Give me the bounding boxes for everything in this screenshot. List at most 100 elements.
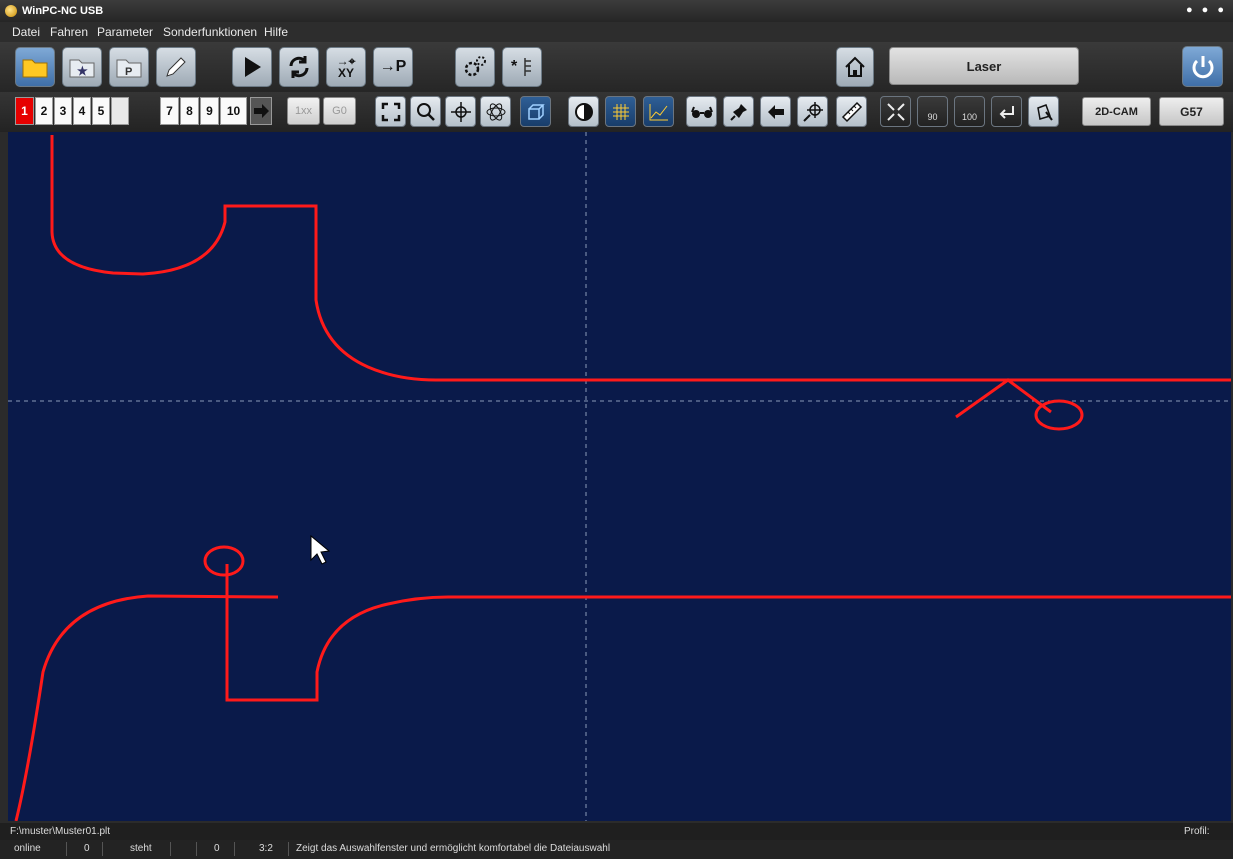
glasses-icon (690, 106, 713, 118)
1xx-button[interactable]: 1xx (287, 97, 320, 125)
project-folder-button[interactable]: P (109, 47, 149, 87)
favorites-button[interactable]: ★ (62, 47, 102, 87)
menu-bar: Datei Fahren Parameter Sonderfunktionen … (0, 22, 1233, 42)
laser-label: Laser (966, 58, 1002, 74)
2d-cam-button[interactable]: 2D-CAM (1082, 97, 1151, 126)
node-shape-icon (1036, 103, 1053, 121)
scale-100-label: 100 (961, 111, 978, 122)
cube-icon (527, 103, 545, 120)
menu-parameter[interactable]: Parameter (97, 25, 153, 39)
g0-button[interactable]: G0 (323, 97, 356, 125)
pin-button[interactable] (723, 96, 754, 127)
pin-icon (729, 103, 747, 121)
3d-view-button[interactable] (480, 96, 511, 127)
axis-button-1[interactable]: 1 (15, 97, 34, 125)
zoom-fit-button[interactable] (375, 96, 406, 127)
menu-datei[interactable]: Datei (12, 25, 40, 39)
menu-sonderfunktionen[interactable]: Sonderfunktionen (163, 25, 257, 39)
lower-left-curve (14, 594, 279, 821)
svg-text:P: P (125, 66, 132, 78)
folder-p-icon: P (116, 59, 142, 78)
home-button[interactable] (836, 47, 874, 87)
mouse-cursor-icon (310, 534, 331, 565)
contrast-button[interactable] (568, 96, 599, 127)
svg-text:★: ★ (77, 64, 88, 78)
profile-label: Profil: (1184, 826, 1210, 837)
home-icon (845, 56, 865, 77)
axis-button-6[interactable]: 6 (111, 97, 129, 125)
axis-button-7[interactable]: 7 (160, 97, 179, 125)
svg-text:*: * (511, 58, 518, 75)
start-button[interactable] (232, 47, 272, 87)
axis-button-8[interactable]: 8 (180, 97, 199, 125)
move-to-park-button[interactable]: →P (373, 47, 413, 87)
set-origin-button[interactable] (797, 96, 828, 127)
edit-button[interactable] (156, 47, 196, 87)
axis-button-5[interactable]: 5 (92, 97, 110, 125)
back-button[interactable] (760, 96, 791, 127)
machine-status-bar: online 0 steht 0 3:2 Zeigt das Auswahlfe… (0, 840, 1233, 859)
line-chart-icon (649, 103, 668, 120)
toolpath-view[interactable] (8, 132, 1231, 821)
measure-button[interactable] (836, 96, 867, 127)
power-icon (1192, 55, 1213, 78)
shape-button[interactable] (1028, 96, 1059, 127)
expand-arrows-icon (886, 102, 905, 121)
axis-button-2[interactable]: 2 (35, 97, 53, 125)
zoom-button[interactable] (410, 96, 441, 127)
return-button[interactable] (991, 96, 1022, 127)
axis-button-10[interactable]: 10 (220, 97, 247, 125)
laser-mode-button[interactable]: Laser (889, 47, 1079, 85)
status-count-1: 0 (84, 843, 90, 854)
settings-button[interactable] (455, 47, 495, 87)
rotate-90-label: 90 (927, 111, 938, 122)
upper-contour (50, 135, 1231, 382)
axis-button-9[interactable]: 9 (200, 97, 219, 125)
title-bar: WinPC-NC USB ● ● ● (0, 0, 1233, 22)
repeat-button[interactable] (279, 47, 319, 87)
folder-star-icon: ★ (69, 59, 95, 78)
axis-button-4[interactable]: 4 (73, 97, 91, 125)
drawing-canvas[interactable] (8, 132, 1231, 821)
layer-settings-button[interactable]: * (502, 47, 542, 87)
connection-state: online (14, 843, 41, 854)
arrow-back-icon (767, 104, 784, 119)
folder-icon (22, 59, 48, 78)
refresh-icon (289, 56, 309, 78)
expand-button[interactable] (880, 96, 911, 127)
return-arrow-icon (999, 105, 1014, 119)
xy-label: XY (337, 66, 354, 80)
scale-100-button[interactable]: 100 (954, 96, 985, 127)
menu-hilfe[interactable]: Hilfe (264, 25, 288, 39)
crosshair-arrow-icon (802, 101, 823, 122)
menu-fahren[interactable]: Fahren (50, 25, 88, 39)
file-status-bar: F:\muster\Muster01.plt Profil: (0, 823, 1233, 840)
axis-button-3[interactable]: 3 (54, 97, 72, 125)
next-arrow-button[interactable] (250, 97, 272, 125)
contrast-icon (574, 102, 593, 121)
window-controls-icon[interactable]: ● ● ● (1186, 4, 1227, 16)
magnifier-icon (416, 102, 435, 121)
rotate-90-button[interactable]: 90 (917, 96, 948, 127)
chart-button[interactable] (643, 96, 674, 127)
asterisk-list-icon: * (511, 58, 531, 76)
lower-contour (225, 564, 1231, 702)
pencil-icon (166, 57, 186, 77)
toolpath (14, 135, 1231, 821)
aspect-ratio: 3:2 (259, 843, 273, 854)
grid-button[interactable] (605, 96, 636, 127)
lower-marker-circle (203, 545, 245, 577)
move-xy-button[interactable]: →⌖ XY (326, 47, 366, 87)
file-path: F:\muster\Muster01.plt (10, 826, 111, 837)
pan-button[interactable] (445, 96, 476, 127)
cube-view-button[interactable] (520, 96, 551, 127)
play-icon (245, 57, 261, 77)
ruler-icon (841, 101, 862, 122)
arrow-p-label: →P (379, 58, 407, 75)
open-file-button[interactable] (15, 47, 55, 87)
g57-button[interactable]: G57 (1159, 97, 1224, 126)
grid-icon (612, 103, 629, 120)
power-button[interactable] (1182, 46, 1223, 87)
status-message: Zeigt das Auswahlfenster und ermöglicht … (296, 843, 611, 854)
preview-button[interactable] (686, 96, 717, 127)
